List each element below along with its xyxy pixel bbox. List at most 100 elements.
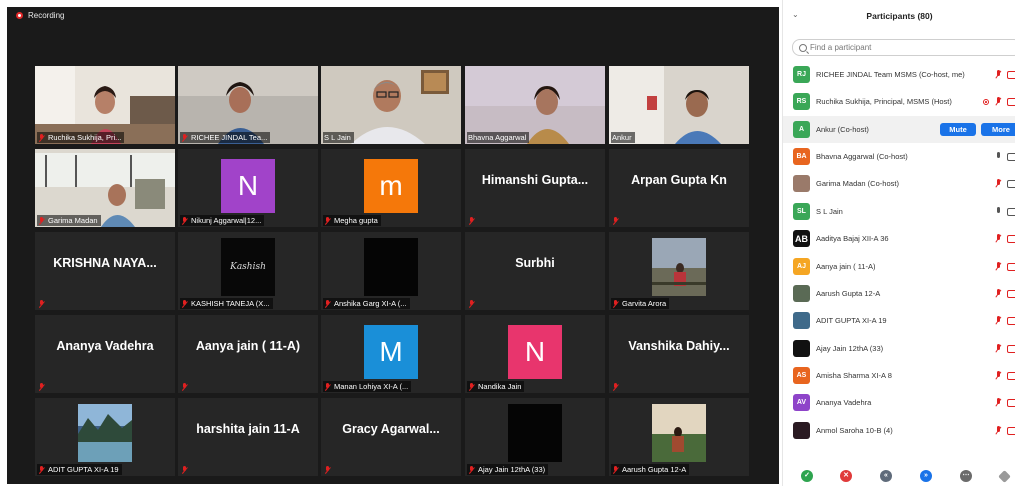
raise-hand-icon[interactable] bbox=[998, 470, 1011, 483]
video-off-icon[interactable] bbox=[1007, 372, 1015, 380]
video-tile[interactable]: Aanya jain ( 11-A) bbox=[178, 315, 318, 393]
participant-row[interactable]: Garima Madan (Co-host) bbox=[783, 170, 1015, 197]
mic-icon[interactable] bbox=[994, 152, 1003, 162]
participant-row[interactable]: AB Aaditya Bajaj XII-A 36 bbox=[783, 225, 1015, 252]
participant-row[interactable]: AS Amisha Sharma XI-A 8 bbox=[783, 362, 1015, 389]
video-tile[interactable]: Vanshika Dahiy... bbox=[609, 315, 749, 393]
fast-forward-icon[interactable]: » bbox=[920, 470, 932, 482]
participant-row[interactable]: BA Bhavna Aggarwal (Co-host) bbox=[783, 143, 1015, 170]
video-off-icon[interactable] bbox=[1007, 427, 1015, 435]
mic-icon[interactable] bbox=[994, 207, 1003, 217]
search-input[interactable]: Find a participant bbox=[792, 39, 1015, 56]
participant-name: RICHEE JINDAL Team MSMS (Co-host, me) bbox=[816, 70, 965, 79]
tile-name-label: Manan Lohiya XI-A (... bbox=[323, 381, 412, 392]
rewind-icon[interactable]: « bbox=[880, 470, 892, 482]
video-tile[interactable]: Kashish KASHISH TANEJA (X... bbox=[178, 232, 318, 310]
participant-name-display: Himanshi Gupta... bbox=[481, 173, 589, 187]
video-icon[interactable] bbox=[1007, 180, 1015, 188]
video-tile[interactable]: ADIT GUPTA XI-A 19 bbox=[35, 398, 175, 476]
mic-muted-icon[interactable] bbox=[994, 289, 1003, 299]
mic-muted-icon[interactable] bbox=[994, 70, 1003, 80]
participant-name: Ankur (Co-host) bbox=[816, 125, 869, 134]
participant-name-display: Vanshika Dahiy... bbox=[628, 339, 730, 353]
more-icon[interactable]: ⋯ bbox=[960, 470, 972, 482]
video-off-icon[interactable] bbox=[1007, 399, 1015, 407]
tile-name-label: S L Jain bbox=[323, 132, 354, 143]
record-icon bbox=[16, 12, 23, 19]
video-tile[interactable]: KRISHNA NAYA... bbox=[35, 232, 175, 310]
tile-name-label: Nikunj Aggarwal|12... bbox=[180, 215, 265, 226]
participant-avatar bbox=[793, 285, 810, 302]
mic-muted-icon bbox=[181, 383, 188, 391]
video-icon[interactable] bbox=[1007, 208, 1015, 216]
video-off-icon[interactable] bbox=[1007, 98, 1015, 106]
mic-muted-icon[interactable] bbox=[994, 398, 1003, 408]
mic-muted-icon[interactable] bbox=[994, 234, 1003, 244]
video-tile[interactable]: Garima Madan bbox=[35, 149, 175, 227]
video-tile[interactable]: Anshika Garg XI-A (... bbox=[321, 232, 461, 310]
tile-name-label: Ajay Jain 12thA (33) bbox=[467, 464, 549, 475]
video-off-icon[interactable] bbox=[1007, 235, 1015, 243]
video-tile[interactable]: RICHEE JINDAL Tea... bbox=[178, 66, 318, 144]
mic-muted-icon[interactable] bbox=[994, 97, 1003, 107]
video-tile[interactable]: Bhavna Aggarwal bbox=[465, 66, 605, 144]
participants-panel: ⌄ Participants (80) Find a participant R… bbox=[782, 0, 1015, 486]
participant-row[interactable]: ADIT GUPTA XI-A 19 bbox=[783, 307, 1015, 334]
mic-muted-icon[interactable] bbox=[994, 179, 1003, 189]
tile-name-label: ADIT GUPTA XI-A 19 bbox=[37, 464, 122, 475]
video-tile[interactable]: Ruchika Sukhija, Pri... bbox=[35, 66, 175, 144]
video-tile[interactable]: Ankur bbox=[609, 66, 749, 144]
mic-muted-icon[interactable] bbox=[994, 344, 1003, 354]
mic-muted-icon bbox=[468, 382, 475, 391]
check-icon[interactable]: ✓ bbox=[801, 470, 813, 482]
participant-row[interactable]: AV Ananya Vadehra bbox=[783, 389, 1015, 416]
participant-name: Aanya jain ( 11-A) bbox=[816, 262, 876, 271]
participant-name: ADIT GUPTA XI-A 19 bbox=[816, 316, 887, 325]
participant-row[interactable]: Aarush Gupta 12-A bbox=[783, 280, 1015, 307]
video-tile[interactable]: N Nandika Jain bbox=[465, 315, 605, 393]
mic-muted-icon bbox=[612, 383, 619, 391]
video-off-icon[interactable] bbox=[1007, 317, 1015, 325]
video-off-icon[interactable] bbox=[1007, 345, 1015, 353]
participant-row[interactable]: Anmol Saroha 10-B (4) bbox=[783, 417, 1015, 444]
video-tile[interactable]: Arpan Gupta Kn bbox=[609, 149, 749, 227]
participant-name: Amisha Sharma XI-A 8 bbox=[816, 371, 892, 380]
participant-row[interactable]: RJ RICHEE JINDAL Team MSMS (Co-host, me) bbox=[783, 61, 1015, 88]
tile-name-label: Aarush Gupta 12-A bbox=[611, 464, 690, 475]
video-off-icon[interactable] bbox=[1007, 71, 1015, 79]
participant-row[interactable]: RS Ruchika Sukhija, Principal, MSMS (Hos… bbox=[783, 88, 1015, 115]
mic-muted-icon[interactable] bbox=[994, 426, 1003, 436]
video-off-icon[interactable] bbox=[1007, 290, 1015, 298]
participant-row[interactable]: AJ Aanya jain ( 11-A) bbox=[783, 253, 1015, 280]
participant-avatar: M bbox=[364, 325, 418, 379]
mic-muted-icon[interactable] bbox=[994, 371, 1003, 381]
recording-indicator[interactable]: Recording bbox=[16, 11, 64, 20]
video-tile[interactable]: harshita jain 11-A bbox=[178, 398, 318, 476]
video-tile-active-speaker[interactable]: S L Jain bbox=[321, 66, 461, 144]
more-button[interactable]: More bbox=[981, 123, 1015, 136]
mic-muted-icon[interactable] bbox=[994, 262, 1003, 272]
participant-row[interactable]: Ajay Jain 12thA (33) bbox=[783, 335, 1015, 362]
mute-button[interactable]: Mute bbox=[940, 123, 976, 136]
participant-row[interactable]: SL S L Jain bbox=[783, 198, 1015, 225]
video-tile[interactable]: Surbhi bbox=[465, 232, 605, 310]
video-tile[interactable]: Himanshi Gupta... bbox=[465, 149, 605, 227]
participant-avatar: AS bbox=[793, 367, 810, 384]
mic-muted-icon bbox=[181, 466, 188, 474]
mic-muted-icon bbox=[181, 216, 188, 225]
video-tile[interactable]: Ajay Jain 12thA (33) bbox=[465, 398, 605, 476]
video-tile[interactable]: Gracy Agarwal... bbox=[321, 398, 461, 476]
mic-muted-icon bbox=[181, 299, 188, 308]
video-tile[interactable]: Garvita Arora bbox=[609, 232, 749, 310]
video-tile[interactable]: m Megha gupta bbox=[321, 149, 461, 227]
video-tile[interactable]: Aarush Gupta 12-A bbox=[609, 398, 749, 476]
tile-name-label: Ankur bbox=[611, 132, 635, 143]
video-off-icon[interactable] bbox=[1007, 263, 1015, 271]
participant-row[interactable]: A Ankur (Co-host) Mute More bbox=[783, 116, 1015, 143]
video-tile[interactable]: N Nikunj Aggarwal|12... bbox=[178, 149, 318, 227]
close-icon[interactable]: ✕ bbox=[840, 470, 852, 482]
video-tile[interactable]: M Manan Lohiya XI-A (... bbox=[321, 315, 461, 393]
mic-muted-icon[interactable] bbox=[994, 316, 1003, 326]
video-icon[interactable] bbox=[1007, 153, 1015, 161]
video-tile[interactable]: Ananya Vadehra bbox=[35, 315, 175, 393]
